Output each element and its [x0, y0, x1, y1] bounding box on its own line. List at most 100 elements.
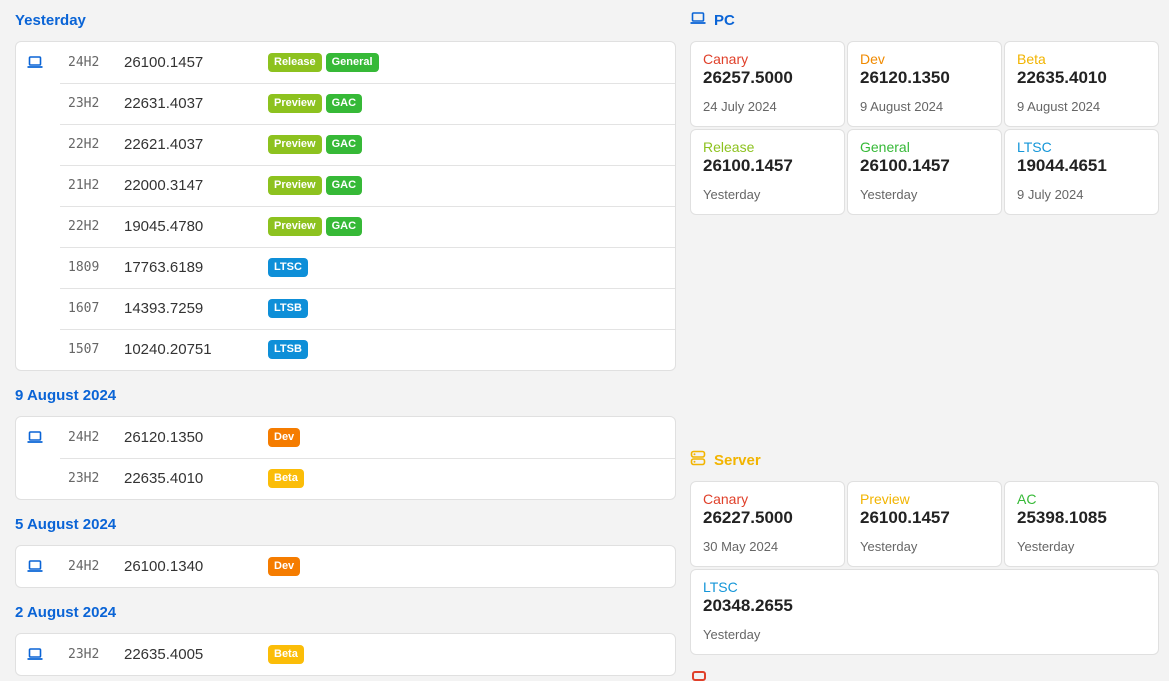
release-row[interactable]: 1507 10240.20751 LTSB	[16, 329, 675, 370]
release-card: 24H2 26120.1350 Dev 23H2 22635.4010 Beta	[15, 416, 676, 500]
group-date-title: 2 August 2024	[15, 604, 117, 621]
channel-name: Beta	[1017, 51, 1046, 67]
build-number: 22000.3147	[124, 177, 204, 194]
laptop-icon	[27, 430, 43, 444]
version-label: 24H2	[68, 430, 100, 445]
release-row[interactable]: 24H2 26100.1457 Release General	[16, 42, 675, 83]
release-card: 23H2 22635.4005 Beta	[15, 633, 676, 676]
badge-list: Preview GAC	[268, 176, 363, 195]
channel-tile-release[interactable]: Release 26100.1457 Yesterday	[690, 129, 845, 215]
channel-tile-ac[interactable]: AC 25398.1085 Yesterday	[1004, 481, 1159, 567]
badge-list: Beta	[268, 645, 304, 664]
release-row[interactable]: 24H2 26120.1350 Dev	[16, 417, 675, 458]
version-label: 23H2	[68, 471, 100, 486]
channel-name: LTSC	[703, 579, 738, 595]
beta-badge: Beta	[268, 469, 304, 488]
badge-list: Release General	[268, 53, 379, 72]
group-date-title: 9 August 2024	[15, 387, 117, 404]
channel-tile-canary[interactable]: Canary 26227.5000 30 May 2024	[690, 481, 845, 567]
channel-build: 26120.1350	[860, 68, 950, 87]
channel-build: 19044.4651	[1017, 156, 1107, 175]
channel-name: AC	[1017, 491, 1037, 507]
version-label: 23H2	[68, 647, 100, 662]
channel-name: LTSC	[1017, 139, 1052, 155]
channel-tile-preview[interactable]: Preview 26100.1457 Yesterday	[847, 481, 1002, 567]
group-date-title: 5 August 2024	[15, 516, 117, 533]
channel-date: Yesterday	[860, 539, 918, 554]
release-row[interactable]: 24H2 26100.1340 Dev	[16, 546, 675, 587]
release-card: 24H2 26100.1340 Dev	[15, 545, 676, 588]
channel-tile-dev[interactable]: Dev 26120.1350 9 August 2024	[847, 41, 1002, 127]
channel-build: 25398.1085	[1017, 508, 1107, 527]
badge-list: Dev	[268, 428, 301, 447]
channel-tile-general[interactable]: General 26100.1457 Yesterday	[847, 129, 1002, 215]
pc-section-title: PC	[690, 10, 735, 32]
version-label: 24H2	[68, 55, 100, 70]
build-number: 19045.4780	[124, 218, 204, 235]
build-number: 22635.4010	[124, 470, 204, 487]
badge-list: LTSC	[268, 258, 308, 277]
version-label: 1607	[68, 301, 100, 316]
server-section-title: Server	[690, 450, 761, 472]
release-badge: Release	[268, 53, 322, 72]
build-number: 26120.1350	[124, 429, 204, 446]
gac-badge: GAC	[325, 176, 363, 195]
pc-title: PC	[714, 12, 735, 29]
channel-build: 26257.5000	[703, 68, 793, 87]
channel-tile-beta[interactable]: Beta 22635.4010 9 August 2024	[1004, 41, 1159, 127]
channel-build: 26100.1457	[860, 508, 950, 527]
channel-tile-ltsc[interactable]: LTSC 19044.4651 9 July 2024	[1004, 129, 1159, 215]
version-label: 23H2	[68, 96, 100, 111]
ltsb-badge: LTSB	[268, 299, 308, 318]
general-badge: General	[325, 53, 379, 72]
laptop-icon	[27, 559, 43, 573]
release-row[interactable]: 22H2 22621.4037 Preview GAC	[16, 124, 675, 165]
version-label: 24H2	[68, 559, 100, 574]
channel-name: Preview	[860, 491, 910, 507]
release-row[interactable]: 23H2 22631.4037 Preview GAC	[16, 83, 675, 124]
channel-date: 9 August 2024	[1017, 99, 1101, 114]
release-group: 9 August 2024 24H2 26120.1350 Dev 23H2 22635.…	[15, 385, 676, 500]
channel-name: Canary	[703, 51, 749, 67]
release-row[interactable]: 1809 17763.6189 LTSC	[16, 247, 675, 288]
badge-list: Preview GAC	[268, 217, 363, 236]
laptop-icon	[27, 55, 43, 69]
release-group: 2 August 2024 23H2 22635.4005 Beta	[15, 602, 676, 676]
version-label: 21H2	[68, 178, 100, 193]
release-row[interactable]: 23H2 22635.4010 Beta	[16, 458, 675, 499]
preview-badge: Preview	[268, 217, 322, 236]
release-row[interactable]: 23H2 22635.4005 Beta	[16, 634, 675, 675]
build-number: 22631.4037	[124, 95, 204, 112]
release-row[interactable]: 1607 14393.7259 LTSB	[16, 288, 675, 329]
badge-list: Preview GAC	[268, 135, 363, 154]
channel-tile-canary[interactable]: Canary 26257.5000 24 July 2024	[690, 41, 845, 127]
channel-name: Dev	[860, 51, 885, 67]
preview-badge: Preview	[268, 176, 322, 195]
release-row[interactable]: 21H2 22000.3147 Preview GAC	[16, 165, 675, 206]
ltsb-badge: LTSB	[268, 340, 308, 359]
build-number: 17763.6189	[124, 259, 204, 276]
release-group: 5 August 2024 24H2 26100.1340 Dev	[15, 514, 676, 588]
version-label: 1809	[68, 260, 100, 275]
server-icon	[690, 450, 706, 473]
release-group: Yesterday 24H2 26100.1457 Release General 23H…	[15, 10, 676, 371]
build-number: 22635.4005	[124, 646, 204, 663]
badge-list: LTSB	[268, 299, 308, 318]
channel-date: Yesterday	[1017, 539, 1075, 554]
gac-badge: GAC	[325, 217, 363, 236]
badge-list: Preview GAC	[268, 94, 363, 113]
channel-tile-ltsc[interactable]: LTSC 20348.2655 Yesterday	[690, 569, 1159, 655]
channel-date: Yesterday	[703, 187, 761, 202]
dev-badge: Dev	[268, 428, 301, 447]
channel-build: 20348.2655	[703, 596, 793, 615]
badge-list: Dev	[268, 557, 301, 576]
preview-badge: Preview	[268, 94, 322, 113]
next-section-icon	[692, 671, 706, 681]
release-card: 24H2 26100.1457 Release General 23H2 22631.40…	[15, 41, 676, 371]
build-number: 14393.7259	[124, 300, 204, 317]
laptop-icon	[690, 10, 706, 32]
release-row[interactable]: 22H2 19045.4780 Preview GAC	[16, 206, 675, 247]
channel-date: 30 May 2024	[703, 539, 779, 554]
version-label: 22H2	[68, 137, 100, 152]
build-number: 26100.1457	[124, 54, 204, 71]
